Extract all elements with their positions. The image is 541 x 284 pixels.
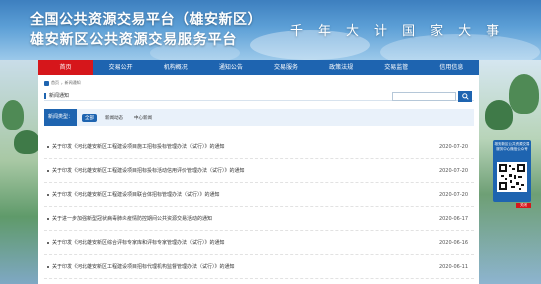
news-item[interactable]: 关于印发《河北雄安新区工程建设项目招标代理机构监督管理办法（试行）》的通知 20…	[44, 255, 474, 279]
filter-option-news[interactable]: 新闻动态	[102, 114, 126, 122]
nav-item-home[interactable]: 首页	[38, 60, 94, 75]
news-type-filter: 新闻类型： 全部 新闻动态 中心新闻	[44, 109, 474, 126]
site-title-line1: 全国公共资源交易平台（雄安新区）	[30, 12, 262, 28]
news-date: 2020-07-20	[438, 191, 468, 198]
filter-label: 新闻类型：	[44, 109, 78, 126]
qr-caption: 雄安新区公共资源交易服务中心微信公众号	[494, 142, 530, 151]
bullet-icon	[47, 265, 49, 268]
slogan-char: 家	[430, 24, 444, 39]
tree-decoration	[2, 100, 24, 130]
nav-item-notices[interactable]: 通知公告	[203, 60, 258, 75]
home-icon	[44, 80, 49, 86]
section-title: 新闻通知	[44, 92, 69, 99]
search-input[interactable]	[392, 92, 456, 101]
qr-close-button[interactable]: 关闭	[516, 203, 531, 208]
search-icon	[461, 93, 469, 100]
bullet-icon	[47, 169, 49, 172]
header-banner: 全国公共资源交易平台（雄安新区） 雄安新区公共资源交易服务平台 千 年 大 计 …	[0, 0, 541, 60]
news-list: 关于印发《河北雄安新区工程建设项目施工招标投标管理办法（试行）》的通知 2020…	[44, 135, 474, 279]
qr-widget: 雄安新区公共资源交易服务中心微信公众号	[493, 140, 531, 202]
news-item[interactable]: 关于印发《河北雄安新区工程建设项目施工招标投标管理办法（试行）》的通知 2020…	[44, 135, 474, 159]
tree-decoration	[509, 74, 539, 114]
news-title[interactable]: 关于进一步加强新型冠状病毒肺炎疫情防控期间公共资源交易活动的通知	[52, 215, 439, 222]
news-title[interactable]: 关于印发《河北雄安新区工程建设项目施工招标投标管理办法（试行）》的通知	[52, 143, 439, 150]
scenery-left	[0, 60, 38, 284]
slogan-char: 计	[374, 24, 388, 39]
bullet-icon	[47, 217, 49, 220]
search-button[interactable]	[458, 91, 472, 102]
bullet-icon	[47, 193, 49, 196]
nav-item-trading-service[interactable]: 交易服务	[259, 60, 314, 75]
breadcrumb-current[interactable]: 新闻通知	[65, 80, 81, 86]
news-date: 2020-06-11	[438, 263, 468, 270]
breadcrumb-separator: ›	[61, 80, 63, 86]
news-item[interactable]: 关于印发《河北雄安新区工程建设项目招标投标活动信用评价管理办法（试行）》的通知 …	[44, 159, 474, 183]
filter-option-all[interactable]: 全部	[82, 113, 98, 122]
slogan-char: 千	[290, 24, 304, 39]
news-title[interactable]: 关于印发《河北雄安新区工程建设项目招标代理机构监督管理办法（试行）》的通知	[52, 263, 439, 270]
breadcrumb: 首页 › 新闻通知	[44, 80, 81, 86]
qr-code-icon	[499, 164, 525, 190]
news-title[interactable]: 关于印发《河北雄安新区工程建设项目招标投标活动信用评价管理办法（试行）》的通知	[52, 167, 439, 174]
tree-decoration	[485, 100, 513, 130]
main-panel: 首页 › 新闻通知 新闻通知 新闻类型： 全部 新闻动态 中心新闻 关于印发《河…	[38, 75, 479, 284]
news-title[interactable]: 关于印发《河北雄安新区工程建设项目联合体招标管理办法（试行）》的通知	[52, 191, 439, 198]
nav-item-supervision[interactable]: 交易监管	[369, 60, 424, 75]
slogan: 千 年 大 计 国 家 大 事	[290, 20, 499, 39]
slogan-char: 年	[318, 24, 332, 39]
breadcrumb-home[interactable]: 首页	[51, 80, 59, 86]
news-date: 2020-07-20	[438, 143, 468, 150]
nav-item-policies[interactable]: 政策法规	[314, 60, 369, 75]
section-title-text: 新闻通知	[49, 93, 70, 99]
qr-code	[497, 162, 527, 192]
news-date: 2020-06-16	[438, 239, 468, 246]
news-item[interactable]: 关于印发《河北雄安新区综合评标专家库和评标专家管理办法（试行）》的通知 2020…	[44, 231, 474, 255]
bullet-icon	[47, 241, 49, 244]
slogan-char: 大	[346, 24, 360, 39]
tree-decoration	[14, 130, 38, 154]
slogan-char: 大	[458, 24, 472, 39]
filter-option-center-news[interactable]: 中心新闻	[131, 114, 155, 122]
slogan-char: 国	[402, 24, 416, 39]
nav-item-trading-public[interactable]: 交易公开	[93, 60, 148, 75]
news-item[interactable]: 关于进一步加强新型冠状病毒肺炎疫情防控期间公共资源交易活动的通知 2020-06…	[44, 207, 474, 231]
news-date: 2020-06-17	[438, 215, 468, 222]
nav-item-organization[interactable]: 机构概况	[148, 60, 203, 75]
site-title-line2: 雄安新区公共资源交易服务平台	[30, 32, 238, 48]
slogan-char: 事	[486, 24, 500, 39]
news-item[interactable]: 关于印发《河北雄安新区工程建设项目联合体招标管理办法（试行）》的通知 2020-…	[44, 183, 474, 207]
section-title-bar	[44, 92, 46, 99]
news-date: 2020-07-20	[438, 167, 468, 174]
bullet-icon	[47, 145, 49, 148]
main-nav: 首页 交易公开 机构概况 通知公告 交易服务 政策法规 交易监管 信用信息	[38, 60, 479, 75]
nav-item-credit[interactable]: 信用信息	[424, 60, 479, 75]
news-title[interactable]: 关于印发《河北雄安新区综合评标专家库和评标专家管理办法（试行）》的通知	[52, 239, 439, 246]
